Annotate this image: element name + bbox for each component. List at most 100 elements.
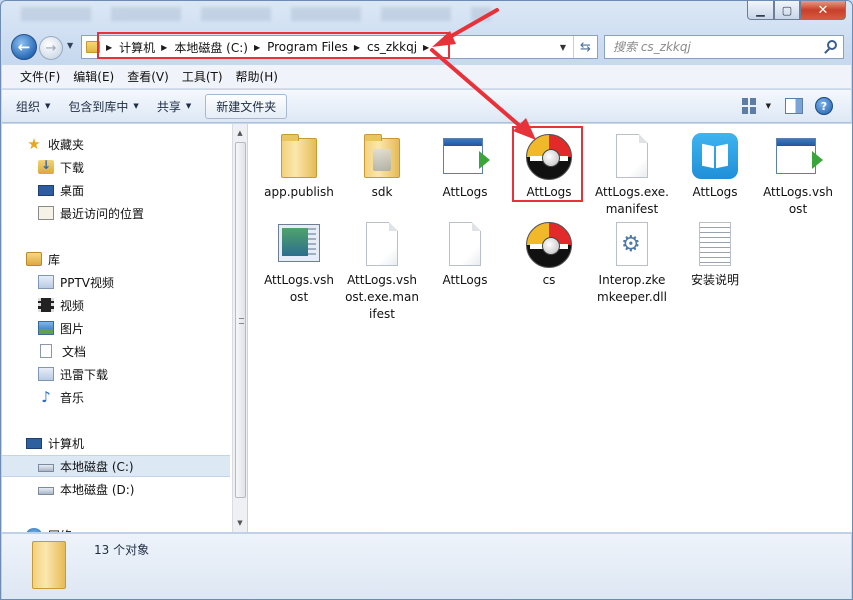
help-icon[interactable]: ?	[815, 97, 833, 115]
change-view-icon[interactable]	[741, 98, 758, 114]
file-item[interactable]: sdk	[344, 132, 420, 201]
downloads-folder-icon	[38, 158, 54, 174]
nav-documents-label: 文档	[62, 344, 87, 359]
document-icon	[40, 344, 52, 358]
music-note-icon: ♪	[41, 388, 51, 406]
include-in-library-button[interactable]: 包含到库中 ▼	[68, 98, 138, 115]
file-item[interactable]: AttLogs.exe.manifest	[594, 132, 670, 218]
video-icon	[38, 298, 54, 312]
menu-file[interactable]: 文件(F)	[20, 68, 60, 85]
nav-pptv[interactable]: PPTV视频	[2, 271, 230, 293]
menu-view[interactable]: 查看(V)	[127, 68, 169, 85]
new-folder-label: 新建文件夹	[216, 99, 277, 114]
chevron-right-icon[interactable]: ▶	[254, 43, 260, 52]
search-input[interactable]	[613, 40, 813, 54]
organize-button[interactable]: 组织 ▼	[16, 98, 50, 115]
file-item[interactable]: 安装说明	[677, 220, 753, 289]
navigation-row: ← → ▼ ▶ 计算机 ▶ 本地磁盘 (C:) ▶ Program Files …	[1, 31, 852, 63]
nav-desktop-label: 桌面	[60, 183, 85, 198]
file-name: 安装说明	[690, 273, 739, 287]
text-file-icon	[691, 220, 739, 268]
nav-drive-c[interactable]: 本地磁盘 (C:)	[2, 455, 230, 477]
view-options-dropdown[interactable]: ▼	[766, 102, 771, 110]
close-button[interactable]: ✕	[800, 1, 846, 20]
file-item[interactable]: AttLogs.vshost	[261, 220, 337, 306]
nav-videos[interactable]: 视频	[2, 294, 230, 316]
menu-edit[interactable]: 编辑(E)	[73, 68, 114, 85]
view-controls: ▼ ?	[741, 97, 833, 115]
file-name: AttLogs	[442, 273, 488, 287]
blank-file-icon	[608, 132, 656, 180]
chevron-right-icon[interactable]: ▶	[354, 43, 360, 52]
chevron-right-icon[interactable]: ▶	[161, 43, 167, 52]
nav-computer[interactable]: 计算机	[2, 432, 230, 454]
dll-icon	[608, 220, 656, 268]
item-count: 13 个对象	[94, 543, 150, 557]
blank-file-icon	[441, 220, 489, 268]
file-item[interactable]: AttLogs.vshost.exe.manifest	[344, 220, 420, 323]
nav-documents[interactable]: 文档	[2, 340, 230, 362]
application-icon	[774, 132, 823, 180]
scroll-up-icon[interactable]: ▲	[233, 126, 247, 140]
file-list: app.publish sdk AttLogs AttLogs AttLogs.…	[248, 124, 852, 532]
nav-network[interactable]: 网络	[2, 524, 230, 532]
scroll-down-icon[interactable]: ▼	[233, 516, 247, 530]
refresh-icon[interactable]: ⇆	[573, 36, 597, 58]
nav-pictures[interactable]: 图片	[2, 317, 230, 339]
maximize-button[interactable]: ▢	[774, 1, 800, 20]
nav-recent-label: 最近访问的位置	[60, 206, 145, 221]
chevron-right-icon[interactable]: ▶	[106, 43, 112, 52]
file-item[interactable]: AttLogs	[427, 220, 503, 289]
nav-favorites[interactable]: ★ 收藏夹	[2, 133, 230, 155]
nav-desktop[interactable]: 桌面	[2, 179, 230, 201]
navigation-pane: ★ 收藏夹 下载 桌面 最近访问的位置 库 PPTV视频 视频	[2, 124, 232, 532]
navigation-scrollbar[interactable]: ▲ ▼	[232, 124, 247, 532]
breadcrumb-program-files[interactable]: Program Files	[267, 40, 348, 54]
nav-recent-places[interactable]: 最近访问的位置	[2, 202, 230, 224]
title-bar: ▁ ▢ ✕	[1, 1, 852, 31]
red-black-ball-icon	[525, 132, 573, 180]
nav-drive-d-label: 本地磁盘 (D:)	[60, 482, 135, 497]
minimize-button[interactable]: ▁	[747, 1, 774, 20]
breadcrumb-cs-zkkqj[interactable]: cs_zkkqj	[367, 40, 417, 54]
file-name: AttLogs	[442, 185, 488, 199]
breadcrumb-computer[interactable]: 计算机	[119, 39, 155, 56]
file-name: AttLogs.vshost	[264, 273, 334, 304]
nav-videos-label: 视频	[60, 298, 85, 313]
file-item[interactable]: AttLogs	[427, 132, 503, 201]
new-folder-button[interactable]: 新建文件夹	[205, 93, 288, 119]
address-history-dropdown[interactable]: ▼	[555, 36, 571, 58]
nav-drive-d[interactable]: 本地磁盘 (D:)	[2, 478, 230, 500]
nav-music[interactable]: ♪ 音乐	[2, 386, 230, 408]
chevron-right-icon[interactable]: ▶	[423, 43, 429, 52]
recent-pages-dropdown[interactable]: ▼	[67, 41, 73, 50]
file-item[interactable]: Interop.zkemkeeper.dll	[594, 220, 670, 306]
nav-drive-c-label: 本地磁盘 (C:)	[60, 459, 134, 474]
breadcrumb-drive-c[interactable]: 本地磁盘 (C:)	[174, 39, 248, 56]
file-item-highlighted[interactable]: AttLogs	[511, 132, 587, 201]
preview-pane-icon[interactable]	[785, 98, 803, 114]
forward-button[interactable]: →	[39, 36, 63, 60]
share-button[interactable]: 共享 ▼	[157, 98, 191, 115]
nav-favorites-label: 收藏夹	[48, 137, 85, 152]
back-button[interactable]: ←	[11, 34, 37, 60]
menu-help[interactable]: 帮助(H)	[236, 68, 278, 85]
scrollbar-thumb[interactable]	[235, 142, 246, 498]
file-item[interactable]: cs	[511, 220, 587, 289]
library-folder-icon	[38, 367, 54, 381]
hard-drive-icon	[38, 464, 54, 472]
menu-tools[interactable]: 工具(T)	[182, 68, 223, 85]
star-icon: ★	[27, 135, 41, 153]
file-name: AttLogs.exe.manifest	[594, 185, 669, 216]
nav-xunlei[interactable]: 迅雷下载	[2, 363, 230, 385]
chevron-down-icon: ▼	[45, 102, 51, 110]
file-item[interactable]: AttLogs	[677, 132, 753, 201]
file-name: app.publish	[264, 185, 334, 199]
file-item[interactable]: app.publish	[261, 132, 337, 201]
search-icon[interactable]	[827, 40, 837, 50]
file-item[interactable]: AttLogs.vshost	[760, 132, 836, 218]
file-name: sdk	[371, 185, 393, 199]
nav-downloads[interactable]: 下载	[2, 156, 230, 178]
address-bar[interactable]: ▶ 计算机 ▶ 本地磁盘 (C:) ▶ Program Files ▶ cs_z…	[81, 35, 598, 59]
nav-libraries[interactable]: 库	[2, 248, 230, 270]
